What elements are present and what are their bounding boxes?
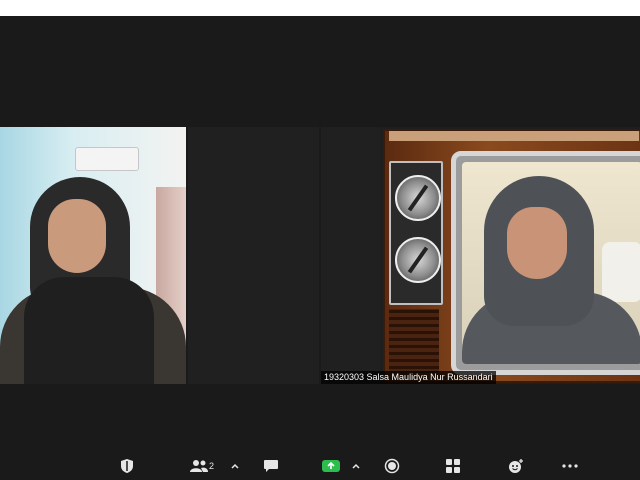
more-icon [562, 464, 578, 468]
person-face [48, 199, 106, 273]
video-tile-empty [188, 127, 319, 384]
tv-screen-inner [462, 162, 640, 364]
tv-speaker-grille [389, 309, 439, 373]
person-face [507, 207, 567, 279]
video-tile-gap [321, 127, 381, 384]
security-button[interactable] [120, 458, 134, 474]
chat-icon [263, 459, 279, 473]
video-tile-participant-2[interactable] [381, 127, 640, 384]
air-conditioner [75, 147, 139, 171]
participants-button[interactable] [190, 458, 208, 474]
tv-knob-icon [395, 175, 441, 221]
record-icon [384, 458, 400, 474]
chevron-up-icon [352, 463, 360, 469]
participant-name-label: 19320303 Salsa Maulidya Nur Russandari [321, 371, 496, 384]
tv-knob-icon [395, 237, 441, 283]
person-scarf [24, 277, 154, 384]
shield-icon [120, 458, 134, 474]
meeting-toolbar: 2 [0, 446, 640, 480]
participants-options-button[interactable] [231, 458, 239, 474]
share-screen-button[interactable] [322, 458, 340, 474]
tv-top-strip [389, 131, 639, 141]
chevron-up-icon [231, 463, 239, 469]
share-options-button[interactable] [352, 458, 360, 474]
participants-count: 2 [209, 461, 215, 471]
chat-button[interactable] [263, 458, 279, 474]
tv-screen [451, 151, 640, 375]
apps-icon [446, 459, 460, 473]
share-screen-icon [322, 460, 340, 472]
reactions-icon [508, 458, 524, 474]
tv-control-panel [389, 161, 443, 305]
participants-icon [190, 459, 208, 473]
record-button[interactable] [384, 458, 400, 474]
reactions-button[interactable] [508, 458, 524, 474]
window-top-bar [0, 0, 640, 16]
retro-tv-filter-frame [383, 129, 640, 383]
more-button[interactable] [562, 458, 578, 474]
video-tile-participant-1[interactable] [0, 127, 186, 384]
apps-button[interactable] [446, 458, 460, 474]
pillow [602, 242, 640, 302]
video-stage: 19320303 Salsa Maulidya Nur Russandari [0, 16, 640, 446]
